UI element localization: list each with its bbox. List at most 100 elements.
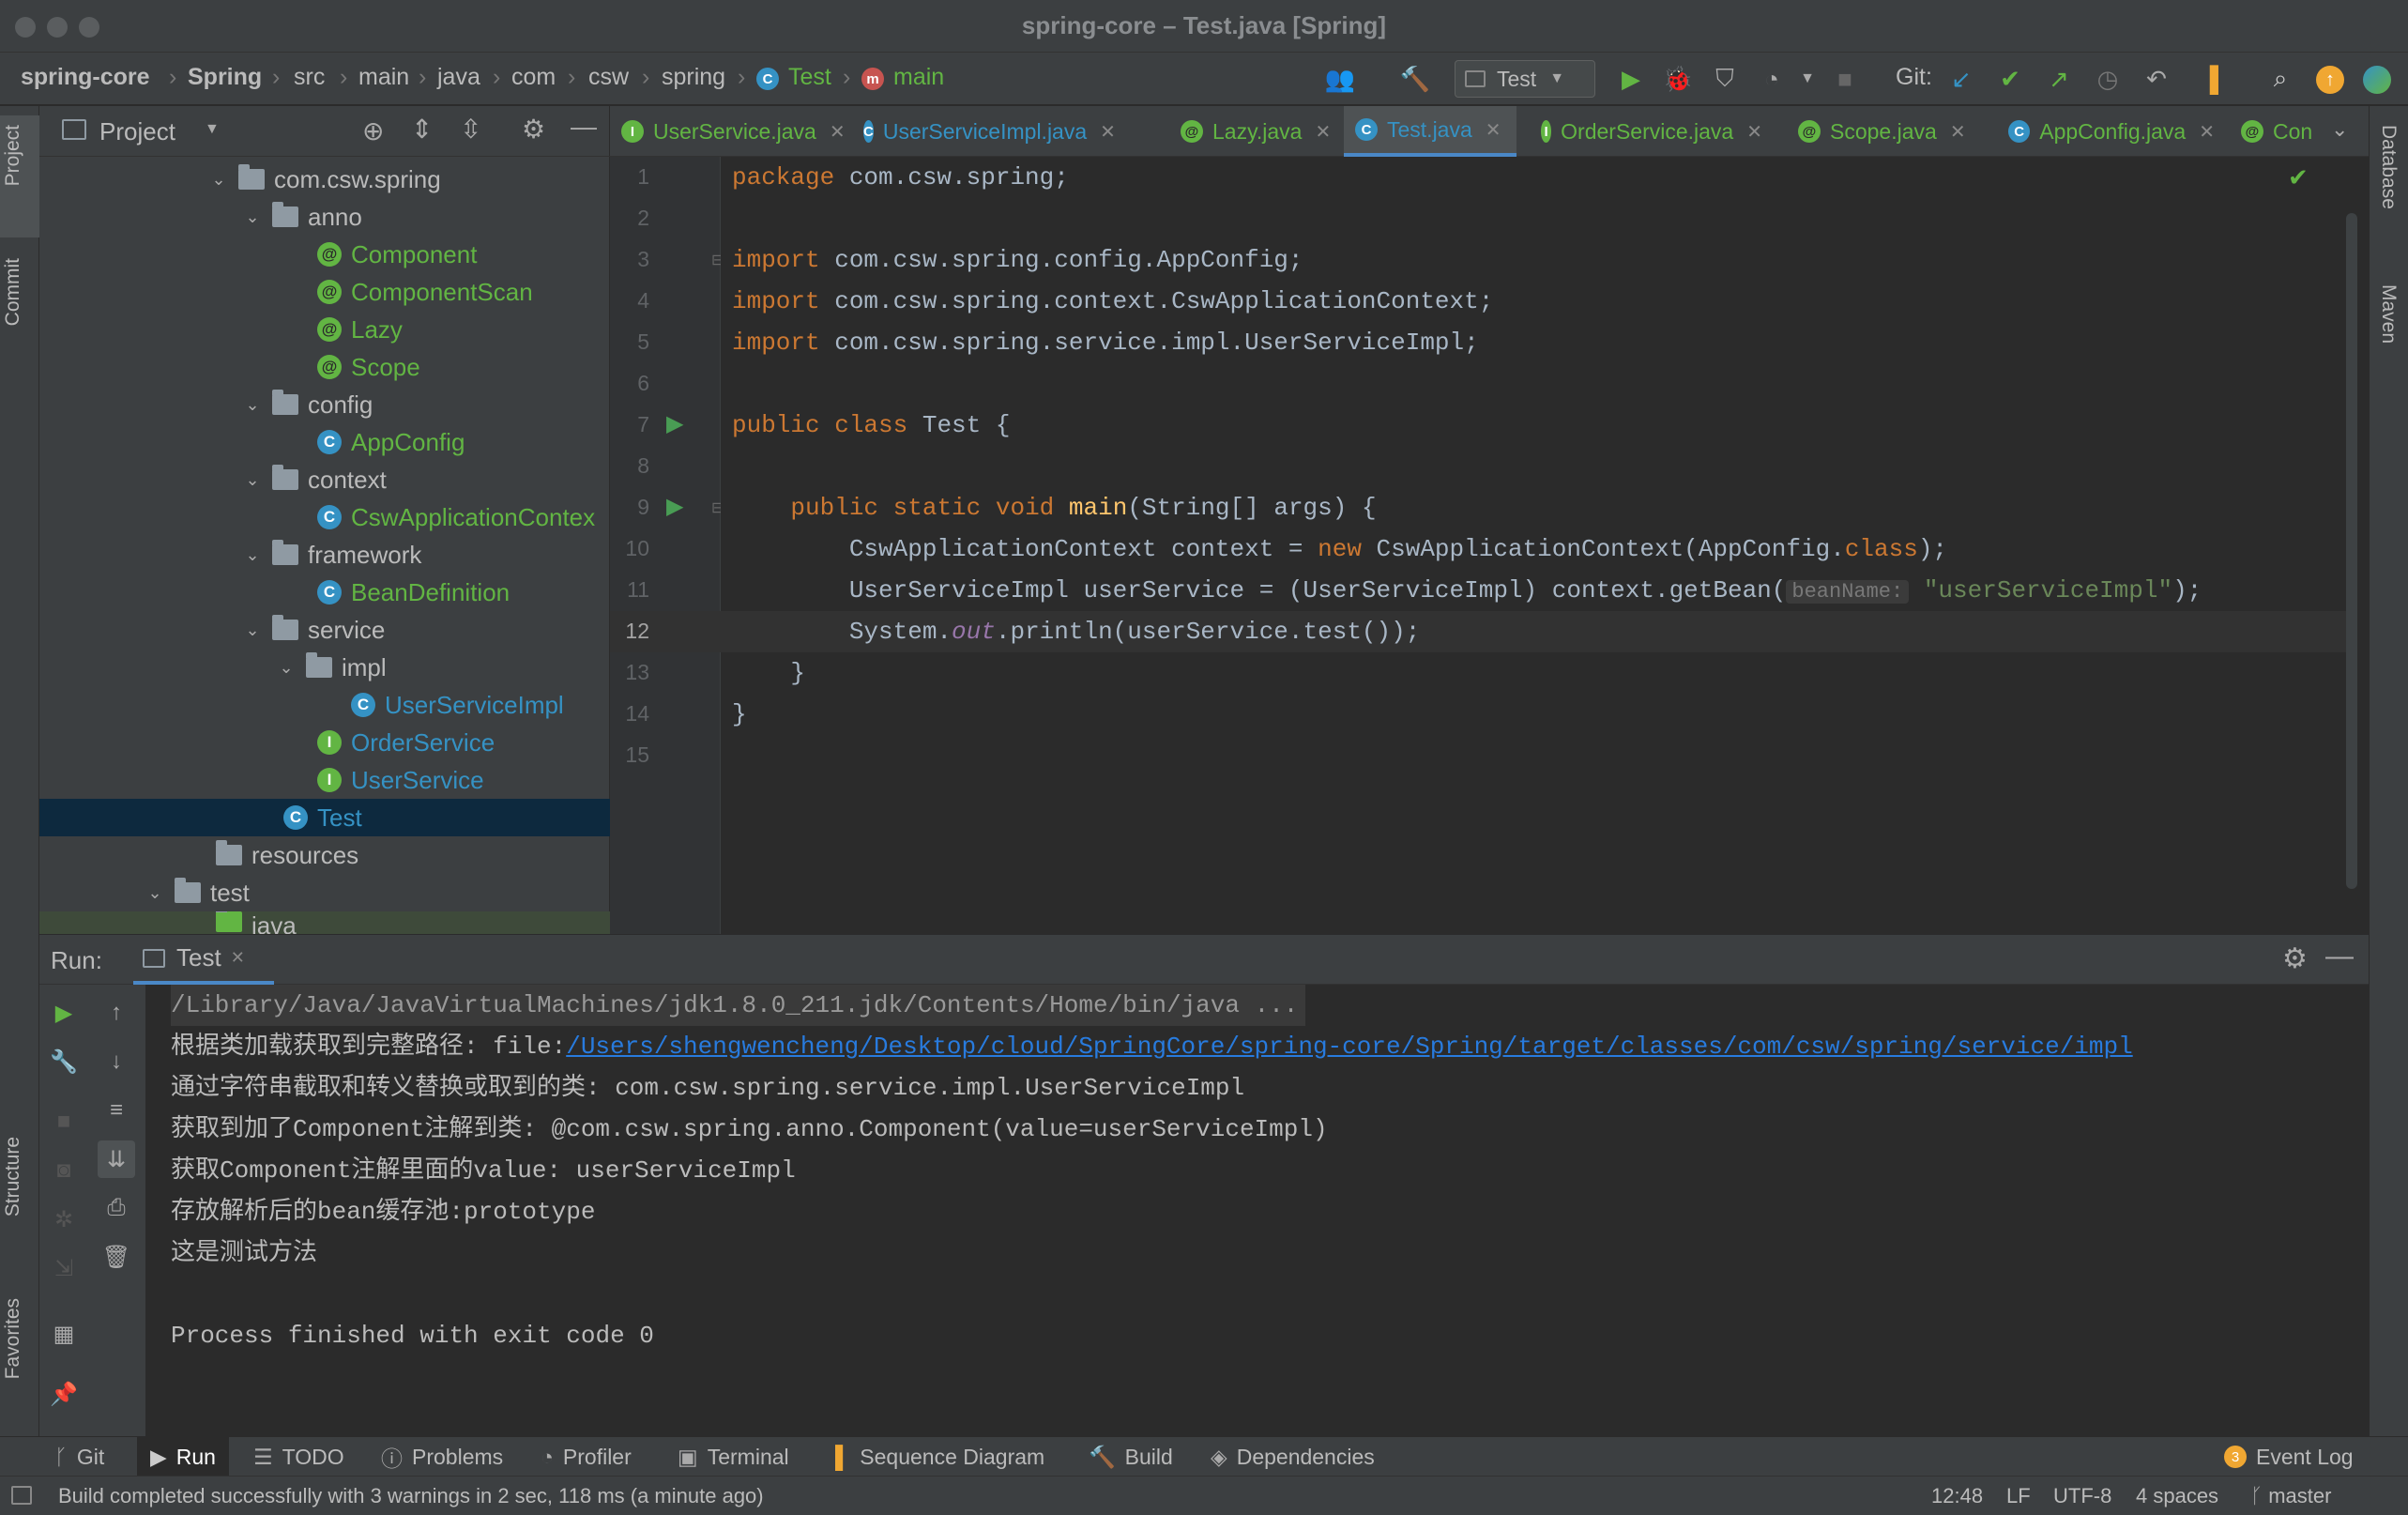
soft-wrap-icon[interactable]: ≡	[98, 1092, 135, 1129]
debug-icon[interactable]: 🐞	[1661, 62, 1695, 96]
tree-row-selected[interactable]: C Test	[39, 799, 610, 836]
git-branch[interactable]: ᚴ master	[2250, 1484, 2331, 1508]
tool-tab-project[interactable]: Project	[2, 125, 24, 186]
tool-git[interactable]: ᚴ Git	[54, 1441, 104, 1473]
history-icon[interactable]: ◷	[2091, 62, 2125, 96]
git-push-icon[interactable]: ↗	[2042, 62, 2076, 96]
chevron-down-icon[interactable]: ⌄	[276, 658, 297, 678]
project-panel-title[interactable]: Project	[99, 117, 175, 146]
tree-row[interactable]: C AppConfig	[39, 423, 610, 461]
status-message[interactable]: Build completed successfully with 3 warn…	[58, 1484, 764, 1508]
close-icon[interactable]: ✕	[2199, 120, 2215, 144]
tree-row[interactable]: ⌄ context	[39, 461, 610, 498]
tree-row[interactable]: ⌄ config	[39, 386, 610, 423]
run-config-selector[interactable]: Test ▼	[1455, 60, 1595, 98]
tab-appconfig[interactable]: C AppConfig.java ✕	[1997, 106, 2215, 157]
tab-test-active[interactable]: C Test.java ✕	[1344, 106, 1516, 157]
locate-icon[interactable]: ⊕	[362, 115, 384, 146]
debug-icon[interactable]: ✲	[45, 1201, 83, 1238]
console-output[interactable]: /Library/Java/JavaVirtualMachines/jdk1.8…	[146, 985, 2369, 1436]
tree-row[interactable]: ⌄ impl	[39, 649, 610, 686]
chevron-down-icon[interactable]: ⌄	[242, 545, 263, 565]
wrench-icon[interactable]: 🔧	[45, 1043, 83, 1080]
breadcrumb-module[interactable]: Spring	[188, 64, 262, 91]
run-icon[interactable]: ▶	[1614, 62, 1648, 96]
indent-setting[interactable]: 4 spaces	[2136, 1484, 2218, 1508]
chevron-down-icon[interactable]: ⌄	[242, 395, 263, 415]
tree-row[interactable]: ⌄ test	[39, 874, 610, 911]
inspection-ok-icon[interactable]: ✔	[2288, 164, 2309, 192]
breadcrumb-method[interactable]: main	[893, 64, 944, 91]
exit-icon[interactable]: ⇲	[45, 1249, 83, 1287]
breadcrumb-csw[interactable]: csw	[588, 64, 629, 91]
profile-icon[interactable]: ◔	[1755, 62, 1789, 96]
tool-event-log[interactable]: 3 Event Log	[2224, 1441, 2354, 1473]
arrow-down-icon[interactable]: ↓	[98, 1043, 135, 1080]
pin-icon[interactable]: 📌	[45, 1375, 83, 1413]
chevron-down-icon[interactable]: ⌄	[145, 883, 165, 903]
run-gutter-icon[interactable]: ▶	[666, 410, 683, 437]
minimize-icon[interactable]: —	[571, 112, 597, 142]
trash-icon[interactable]: 🗑	[98, 1238, 135, 1276]
tree-row[interactable]: @ ComponentScan	[39, 273, 610, 311]
tool-tab-database[interactable]: Database	[2377, 125, 2400, 209]
run-tab-test[interactable]: Test ✕	[133, 935, 274, 985]
git-commit-icon[interactable]: ✔	[1993, 62, 2027, 96]
tool-tab-structure[interactable]: Structure	[2, 1137, 24, 1217]
file-encoding[interactable]: UTF-8	[2053, 1484, 2111, 1508]
stop-icon[interactable]: ■	[45, 1103, 83, 1140]
chevron-down-icon[interactable]: ⌄	[208, 170, 229, 190]
close-icon[interactable]: ✕	[1950, 120, 1966, 144]
close-icon[interactable]: ✕	[1486, 118, 1501, 142]
tool-tab-maven[interactable]: Maven	[2377, 284, 2400, 344]
collapse-all-icon[interactable]: ⇳	[460, 114, 481, 145]
breadcrumb-spring[interactable]: spring	[662, 64, 725, 91]
breadcrumb-project[interactable]: spring-core	[21, 64, 150, 91]
tool-todo[interactable]: ☰ TODO	[253, 1441, 344, 1473]
tree-row[interactable]: C UserServiceImpl	[39, 686, 610, 724]
caret-position[interactable]: 12:48	[1931, 1484, 1983, 1508]
tabs-overflow-chevron-icon[interactable]: ⌄	[2331, 117, 2348, 142]
tree-row[interactable]: C BeanDefinition	[39, 574, 610, 611]
tool-build[interactable]: 🔨 Build	[1089, 1441, 1173, 1473]
close-icon[interactable]: ✕	[1100, 120, 1116, 144]
vertical-scrollbar[interactable]	[2346, 213, 2357, 889]
tool-sequence-diagram[interactable]: ▌ Sequence Diagram	[835, 1441, 1044, 1473]
tool-tab-favorites[interactable]: Favorites	[2, 1298, 24, 1379]
tree-row[interactable]: ⌄ framework	[39, 536, 610, 574]
chevron-down-icon[interactable]: ⌄	[242, 207, 263, 227]
chevron-down-icon[interactable]: ▼	[205, 121, 220, 138]
update-icon[interactable]: ↑	[2316, 66, 2344, 94]
breadcrumb-main[interactable]: main	[358, 64, 409, 91]
chevron-down-icon[interactable]: ⌄	[242, 470, 263, 490]
tree-row[interactable]: @ Component	[39, 236, 610, 273]
code-editor[interactable]: package com.csw.spring; import com.csw.s…	[721, 157, 2369, 934]
tab-lazy[interactable]: @ Lazy.java ✕	[1169, 106, 1344, 157]
tab-userserviceimpl[interactable]: C UserServiceImpl.java ✕	[852, 106, 1116, 157]
user-icon[interactable]: 👥	[1323, 62, 1357, 96]
breadcrumb-src[interactable]: src	[294, 64, 325, 91]
rollback-icon[interactable]: ↶	[2140, 62, 2173, 96]
tab-con[interactable]: @ Con	[2230, 106, 2324, 157]
minimize-icon[interactable]: —	[2325, 941, 2354, 972]
coverage-icon[interactable]: ⛉	[1708, 62, 1742, 96]
arrow-up-icon[interactable]: ↑	[98, 994, 135, 1032]
gear-icon[interactable]: ⚙	[522, 114, 545, 145]
tab-orderservice[interactable]: I OrderService.java ✕	[1530, 106, 1762, 157]
tool-problems[interactable]: ⓘ Problems	[381, 1441, 503, 1473]
hammer-build-icon[interactable]: 🔨	[1398, 62, 1432, 96]
print-icon[interactable]: ⎙	[98, 1189, 135, 1227]
breadcrumb-java[interactable]: java	[437, 64, 480, 91]
scroll-to-end-icon[interactable]: ⇊	[98, 1140, 135, 1178]
chevron-down-icon[interactable]: ▼	[1791, 62, 1824, 96]
camera-icon[interactable]: ◙	[45, 1152, 83, 1189]
gear-icon[interactable]: ⚙	[2282, 942, 2308, 975]
close-icon[interactable]: ✕	[830, 120, 846, 144]
close-icon[interactable]: ✕	[1746, 120, 1762, 144]
search-icon[interactable]: ⌕	[2263, 62, 2297, 96]
tab-scope[interactable]: @ Scope.java ✕	[1787, 106, 1971, 157]
line-separator[interactable]: LF	[2006, 1484, 2031, 1508]
stop-icon[interactable]: ■	[1828, 62, 1862, 96]
tool-run-active[interactable]: ▶ Run	[137, 1437, 229, 1477]
run-gutter-icon[interactable]: ▶	[666, 493, 683, 520]
